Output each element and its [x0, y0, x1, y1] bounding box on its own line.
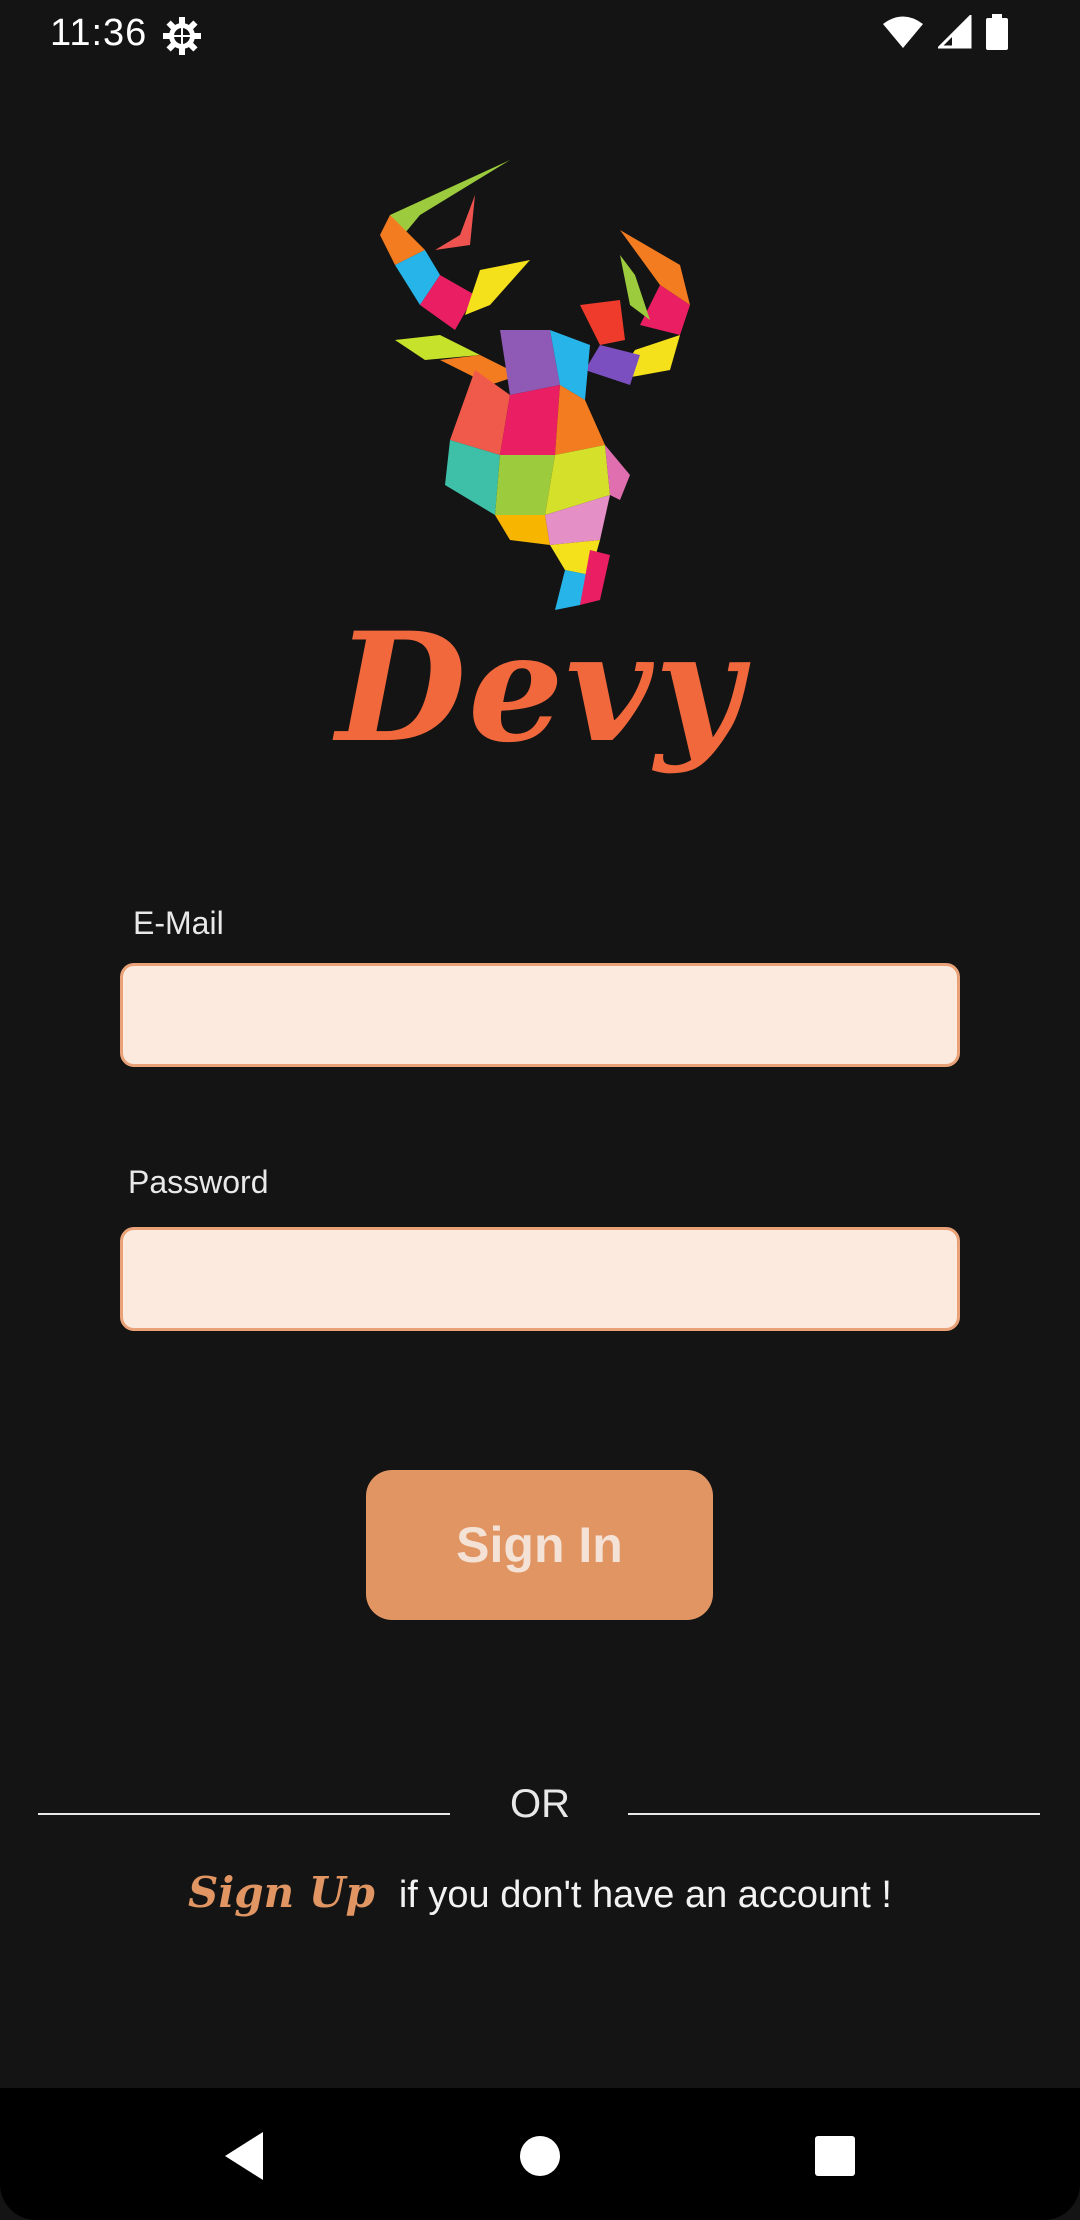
email-field[interactable] — [120, 963, 960, 1067]
sign-up-row: Sign Up if you don't have an account ! — [0, 1868, 1080, 1917]
recents-icon[interactable] — [805, 2126, 865, 2186]
sign-up-hint-text: if you don't have an account ! — [398, 1874, 892, 1916]
home-icon[interactable] — [510, 2126, 570, 2186]
divider-line-right — [628, 1813, 1040, 1815]
wifi-icon — [883, 16, 923, 48]
email-label: E-Mail — [133, 905, 224, 941]
sign-up-link[interactable]: Sign Up — [188, 1868, 375, 1917]
polygonal-deer-head-logo — [380, 160, 690, 610]
battery-icon — [986, 14, 1008, 50]
login-screen: 11:36 Devy E-Mail Password Sign In OR Si… — [0, 0, 1080, 2220]
app-brand-name: Devy — [336, 600, 744, 776]
or-divider-text: OR — [510, 1782, 570, 1826]
password-field[interactable] — [120, 1227, 960, 1331]
status-time: 11:36 — [50, 12, 148, 54]
status-bar: 11:36 — [0, 0, 1080, 68]
sign-in-button[interactable]: Sign In — [366, 1470, 713, 1620]
navigation-bar — [0, 2088, 1080, 2220]
back-icon[interactable] — [215, 2126, 275, 2186]
password-label: Password — [128, 1164, 269, 1200]
settings-gear-icon — [163, 17, 201, 55]
signal-icon — [938, 15, 972, 49]
